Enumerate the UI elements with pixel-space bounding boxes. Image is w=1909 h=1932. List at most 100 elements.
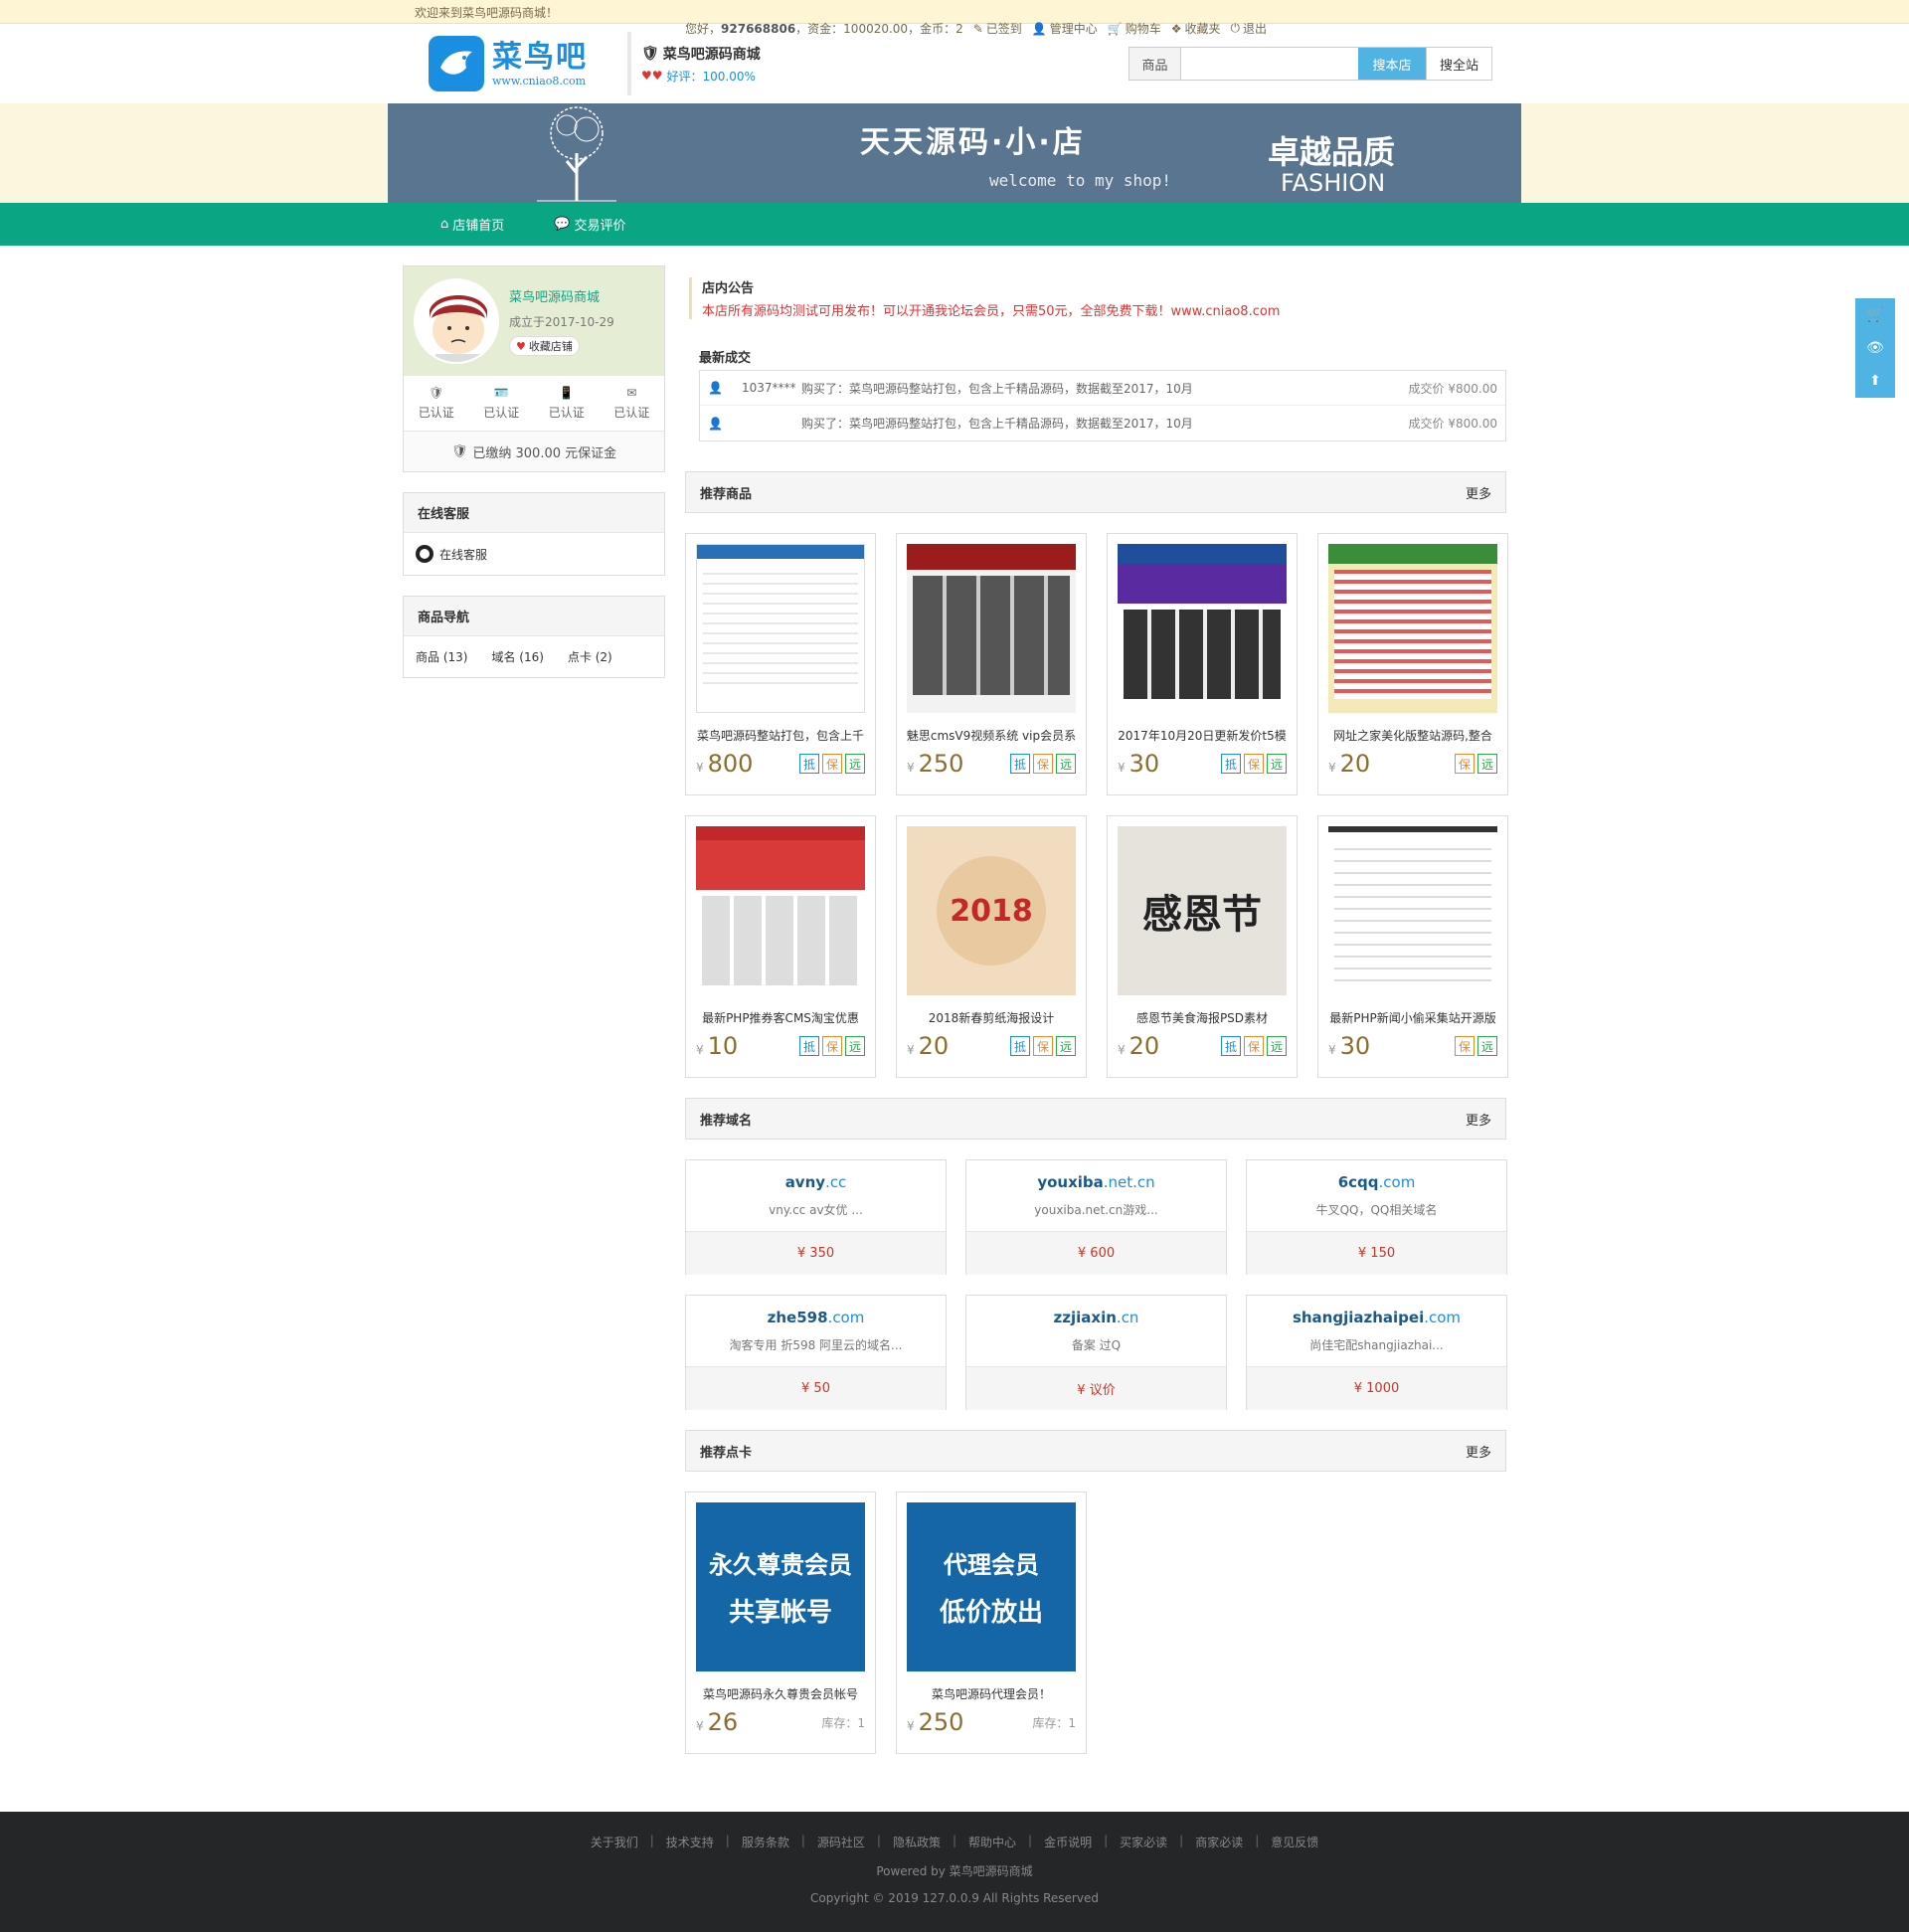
search-input[interactable] [1181, 48, 1358, 80]
deals-title: 最新成交 [699, 351, 752, 366]
mail-icon: ✉ [626, 386, 637, 400]
product-card[interactable]: 最新PHP推券客CMS淘宝优惠 ¥10 抵保远 [685, 815, 876, 1078]
product-title[interactable]: 魅思cmsV9视频系统 vip会员系 [897, 727, 1086, 744]
header: 菜鸟吧 www.cniao8.com 🛡 菜鸟吧源码商城 ♥♥ 好评：100.00%… [0, 24, 1909, 103]
domain-desc: youxiba.net.cn游戏... [1034, 1203, 1158, 1217]
cards-more-link[interactable]: 更多 [1466, 1442, 1491, 1461]
domain-name[interactable]: zzjiaxin.cn [1054, 1309, 1139, 1326]
category-goods[interactable]: 商品 (13) [416, 648, 467, 665]
left-sidebar: 菜鸟吧源码商城 成立于2017-10-29 ♥ 收藏店铺 🛡 已认证 🪪 已认证 📱 已… [403, 265, 665, 678]
product-tags: 保远 [1455, 1036, 1497, 1056]
card-price: ¥250 [907, 1708, 964, 1736]
product-title[interactable]: 最新PHP新闻小偷采集站开源版 [1318, 1009, 1507, 1026]
footer-link[interactable]: 帮助中心 [968, 1834, 1016, 1850]
domain-card[interactable]: avny.cc vny.cc av女优 ... ¥ 350 [685, 1159, 947, 1275]
product-title[interactable]: 2017年10月20日更新发价t5模 [1108, 727, 1297, 744]
product-tags: 抵保远 [1010, 754, 1076, 774]
welcome-text: 欢迎来到菜鸟吧源码商城！ [415, 5, 559, 20]
id-card-icon: 🪪 [493, 386, 509, 400]
online-service-link[interactable]: 在线客服 [416, 545, 652, 563]
shop-card-name[interactable]: 菜鸟吧源码商城 [509, 286, 614, 305]
product-title[interactable]: 菜鸟吧源码整站打包，包含上千 [686, 727, 875, 744]
product-card[interactable]: 2018 2018新春剪纸海报设计 ¥20 抵保远 [896, 815, 1087, 1078]
domain-card[interactable]: zzjiaxin.cn 备案 过Q ¥ 议价 [965, 1295, 1227, 1410]
product-image[interactable] [696, 826, 865, 995]
product-card[interactable]: 魅思cmsV9视频系统 vip会员系 ¥250 抵保远 [896, 533, 1087, 795]
footer-link[interactable]: 关于我们 [591, 1834, 638, 1850]
domain-card[interactable]: 6cqq.com 牛叉QQ，QQ相关域名 ¥ 150 [1246, 1159, 1507, 1275]
product-card[interactable]: 菜鸟吧源码整站打包，包含上千 ¥800 抵保远 [685, 533, 876, 795]
domain-name[interactable]: shangjiazhaipei.com [1293, 1309, 1461, 1326]
footer-link[interactable]: 商家必读 [1195, 1834, 1243, 1850]
product-image[interactable] [1328, 544, 1497, 713]
product-price: ¥250 [907, 750, 964, 778]
products-more-link[interactable]: 更多 [1466, 483, 1491, 502]
shop-name[interactable]: 菜鸟吧源码商城 [663, 44, 761, 64]
product-card[interactable]: 2017年10月20日更新发价t5模 ¥30 抵保远 [1107, 533, 1298, 795]
footer-link[interactable]: 意见反馈 [1271, 1834, 1318, 1850]
card-title[interactable]: 菜鸟吧源码代理会员！ [897, 1685, 1086, 1702]
card-title[interactable]: 菜鸟吧源码永久尊贵会员帐号 [686, 1685, 875, 1702]
products-title: 推荐商品 [700, 486, 753, 502]
product-title[interactable]: 2018新春剪纸海报设计 [897, 1009, 1086, 1026]
domain-name[interactable]: zhe598.com [768, 1309, 865, 1326]
product-price: ¥800 [696, 750, 754, 778]
product-image[interactable] [696, 544, 865, 713]
cert-phone: 📱 已认证 [548, 386, 585, 420]
search-all-button[interactable]: 搜全站 [1426, 48, 1491, 80]
product-image[interactable]: 2018 [907, 826, 1076, 995]
product-tags: 抵保远 [799, 1036, 865, 1056]
footer-link[interactable]: 服务条款 [742, 1834, 789, 1850]
footer-link[interactable]: 买家必读 [1120, 1834, 1167, 1850]
products-header: 推荐商品 更多 [685, 471, 1506, 513]
product-image[interactable]: 感恩节 [1118, 826, 1287, 995]
product-title[interactable]: 网址之家美化版整站源码,整合 [1318, 727, 1507, 744]
card-product[interactable]: 永久尊贵会员 共享帐号 菜鸟吧源码永久尊贵会员帐号 ¥26 库存：1 [685, 1492, 876, 1754]
category-cards[interactable]: 点卡 (2) [568, 648, 612, 665]
notice-text: 本店所有源码均测试可用发布！可以开通我论坛会员，只需50元，全部免费下载！www… [702, 304, 1281, 319]
shield-check-icon: 🛡 [450, 443, 468, 459]
product-image-text: 2018 [937, 856, 1046, 966]
nav-reviews[interactable]: 💬 交易评价 [554, 215, 625, 234]
product-card[interactable]: 感恩节 感恩节美食海报PSD素材 ¥20 抵保远 [1107, 815, 1298, 1078]
product-image[interactable] [907, 544, 1076, 713]
domains-more-link[interactable]: 更多 [1466, 1110, 1491, 1129]
domain-card[interactable]: youxiba.net.cn youxiba.net.cn游戏... ¥ 600 [965, 1159, 1227, 1275]
domain-desc: 淘客专用 折598 阿里云的域名... [729, 1338, 903, 1352]
domain-card[interactable]: shangjiazhaipei.com 尚佳宅配shangjiazhai... … [1246, 1295, 1507, 1410]
cart-icon[interactable]: 🛒 [1866, 307, 1883, 323]
footer-link[interactable]: 技术支持 [666, 1834, 714, 1850]
product-image[interactable] [1118, 544, 1287, 713]
product-image[interactable] [1328, 826, 1497, 995]
footer-link[interactable]: 源码社区 [817, 1834, 865, 1850]
favorite-shop-button[interactable]: ♥ 收藏店铺 [509, 336, 580, 356]
site-logo[interactable]: 菜鸟吧 www.cniao8.com [429, 30, 617, 97]
footer-link[interactable]: 金币说明 [1044, 1834, 1092, 1850]
domain-name[interactable]: youxiba.net.cn [1037, 1173, 1154, 1191]
footer-separator: | [649, 1834, 654, 1847]
eye-icon[interactable]: 👁 [1866, 340, 1884, 356]
category-domains[interactable]: 域名 (16) [491, 648, 543, 665]
domain-name[interactable]: 6cqq.com [1338, 1173, 1416, 1191]
shop-nav: ⌂ 店铺首页 💬 交易评价 [0, 203, 1909, 246]
search-category-select[interactable]: 商品 [1129, 48, 1181, 80]
product-card[interactable]: 网址之家美化版整站源码,整合 ¥20 保远 [1317, 533, 1508, 795]
product-title[interactable]: 最新PHP推券客CMS淘宝优惠 [686, 1009, 875, 1026]
domain-name[interactable]: avny.cc [785, 1173, 847, 1191]
card-product[interactable]: 代理会员 低价放出 菜鸟吧源码代理会员！ ¥250 库存：1 [896, 1492, 1087, 1754]
footer-separator: | [876, 1834, 881, 1847]
tag-badge: 远 [1477, 754, 1497, 774]
domain-price: ¥ 600 [966, 1232, 1226, 1275]
footer-link[interactable]: 隐私政策 [893, 1834, 941, 1850]
nav-shop-home[interactable]: ⌂ 店铺首页 [440, 215, 504, 234]
product-image-text: 感恩节 [1118, 826, 1287, 995]
arrow-up-icon[interactable]: ⬆ [1869, 373, 1881, 389]
search-shop-button[interactable]: 搜本店 [1358, 48, 1426, 80]
product-price: ¥20 [907, 1032, 950, 1060]
domain-card[interactable]: zhe598.com 淘客专用 折598 阿里云的域名... ¥ 50 [685, 1295, 947, 1410]
product-title[interactable]: 感恩节美食海报PSD素材 [1108, 1009, 1297, 1026]
card-image[interactable]: 永久尊贵会员 共享帐号 [696, 1502, 865, 1671]
logo-text: 菜鸟吧 [492, 39, 588, 75]
product-card[interactable]: 最新PHP新闻小偷采集站开源版 ¥30 保远 [1317, 815, 1508, 1078]
card-image[interactable]: 代理会员 低价放出 [907, 1502, 1076, 1671]
